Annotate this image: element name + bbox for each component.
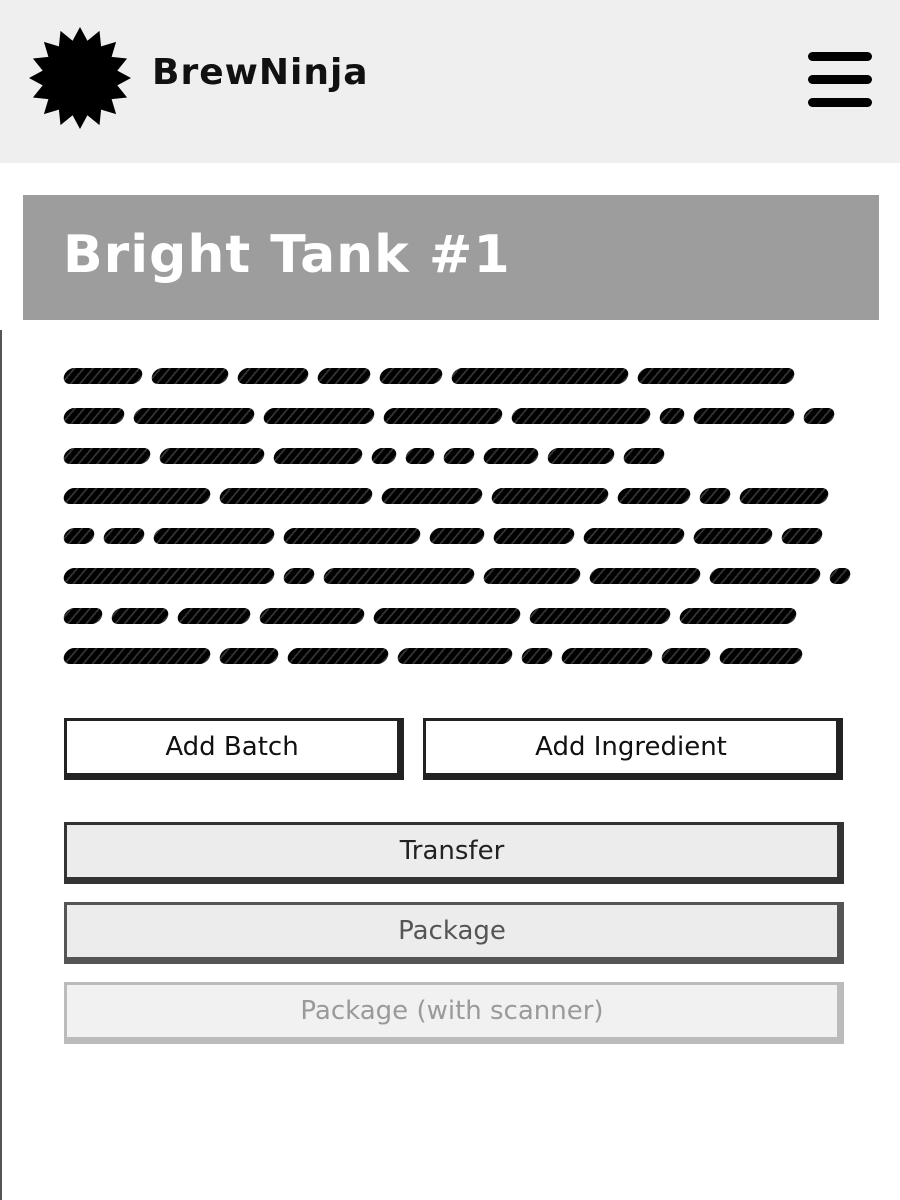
page: BrewNinja Bright Tank #1 Add Batch Add I… [0,0,900,1200]
placeholder-word [519,648,555,664]
hamburger-menu-icon[interactable] [806,50,876,110]
placeholder-word [395,648,515,664]
package-with-scanner-button[interactable]: Package (with scanner) [64,982,844,1044]
placeholder-word [101,528,147,544]
placeholder-word [707,568,823,584]
placeholder-word [285,648,391,664]
placeholder-word [109,608,171,624]
placeholder-word [489,488,611,504]
placeholder-word [315,368,373,384]
placeholder-word [369,448,399,464]
placeholder-word [587,568,703,584]
placeholder-word [449,368,631,384]
placeholder-word [697,488,733,504]
placeholder-word [545,448,617,464]
placeholder-word [527,608,673,624]
app-header: BrewNinja [0,0,900,163]
brand-name: BrewNinja [152,52,369,93]
add-ingredient-button[interactable]: Add Ingredient [423,718,843,780]
placeholder-word [615,488,693,504]
placeholder-word [621,448,667,464]
placeholder-word [779,528,825,544]
title-panel: Bright Tank #1 [23,195,879,320]
placeholder-word [235,368,311,384]
placeholder-word [691,408,797,424]
placeholder-word [321,568,477,584]
placeholder-word [427,528,487,544]
placeholder-word [509,408,653,424]
placeholder-word [559,648,655,664]
placeholder-word [659,648,713,664]
add-batch-button[interactable]: Add Batch [64,718,404,780]
placeholder-word [677,608,799,624]
placeholder-word [217,648,281,664]
placeholder-word [403,448,437,464]
placeholder-word [737,488,831,504]
menu-bar-bottom [808,98,872,107]
placeholder-word [61,368,145,384]
placeholder-word [151,528,277,544]
placeholder-word [379,488,485,504]
placeholder-word [61,448,153,464]
placeholder-word [61,608,105,624]
placeholder-word [61,488,213,504]
placeholder-word [657,408,687,424]
placeholder-word [271,448,365,464]
placeholder-word [635,368,797,384]
placeholder-word [261,408,377,424]
transfer-button[interactable]: Transfer [64,822,844,884]
placeholder-word [381,408,505,424]
placeholder-word [377,368,445,384]
placeholder-word [371,608,523,624]
package-button[interactable]: Package [64,902,844,964]
placeholder-word [281,528,423,544]
menu-bar-top [808,52,872,61]
placeholder-word [217,488,375,504]
placeholder-word [481,448,541,464]
placeholder-word [61,408,127,424]
placeholder-word [827,568,853,584]
placeholder-word [491,528,577,544]
placeholder-word [581,528,687,544]
placeholder-word [441,448,477,464]
placeholder-word [691,528,775,544]
placeholder-word [157,448,267,464]
placeholder-word [481,568,583,584]
placeholder-word [717,648,805,664]
placeholder-word [281,568,317,584]
placeholder-word [801,408,837,424]
placeholder-word [61,568,277,584]
placeholder-word [149,368,231,384]
placeholder-word [131,408,257,424]
placeholder-word [175,608,253,624]
page-title: Bright Tank #1 [63,225,511,285]
left-edge-line [0,330,2,1200]
menu-bar-middle [808,75,872,84]
placeholder-text-block [61,360,853,680]
placeholder-word [257,608,367,624]
placeholder-word [61,648,213,664]
placeholder-word [61,528,97,544]
starburst-logo-icon[interactable] [28,26,132,130]
